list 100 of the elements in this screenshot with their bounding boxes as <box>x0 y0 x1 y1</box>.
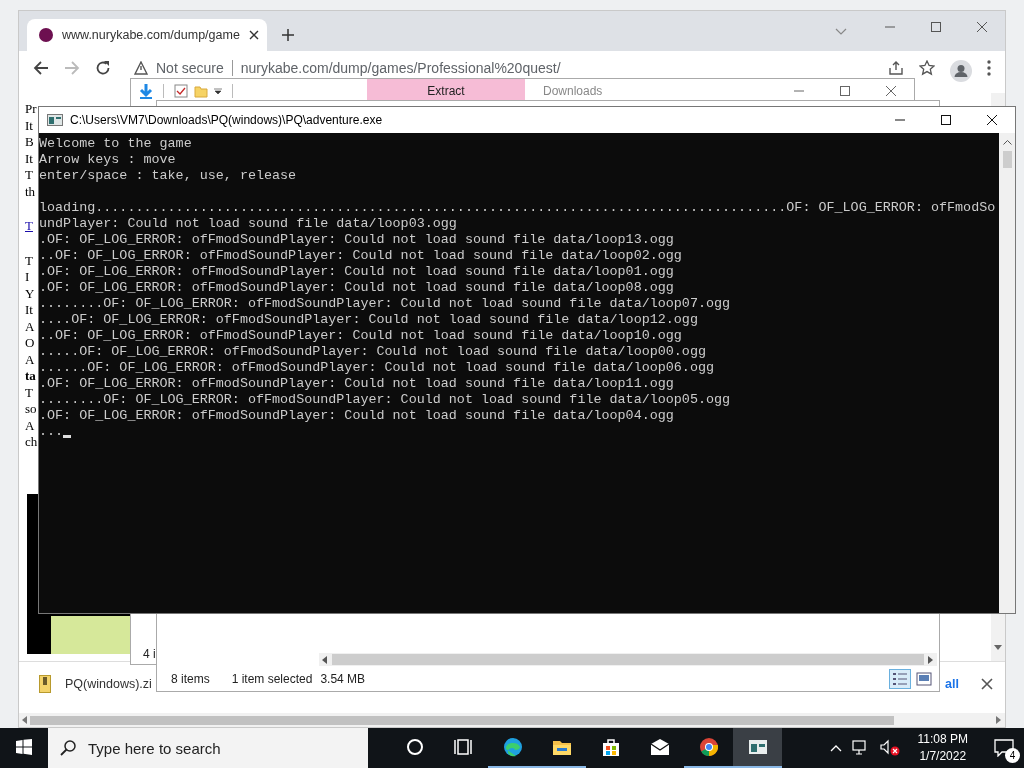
scrollbar-thumb[interactable] <box>1002 151 1012 168</box>
close-icon[interactable] <box>981 677 993 690</box>
console-text: enter/space : take, use, release <box>39 168 297 184</box>
page-text: th <box>25 183 36 200</box>
page-link[interactable]: T <box>25 218 33 235</box>
scrollbar-thumb[interactable] <box>332 654 924 665</box>
page-text: so <box>25 401 37 418</box>
profile-icon[interactable] <box>950 60 972 82</box>
show-all-link[interactable]: all <box>945 676 959 691</box>
console-text: .OF: OF_LOG_ERROR: ofFmodSoundPlayer: Could not load sound file data/loop08.ogg <box>39 280 674 296</box>
zip-file-icon <box>39 674 51 693</box>
browser-tab[interactable]: www.nurykabe.com/dump/game <box>27 19 267 51</box>
task-view-icon <box>453 737 474 757</box>
details-view-icon <box>892 672 908 686</box>
window-title: Downloads <box>543 84 603 98</box>
chevron-up-icon[interactable] <box>829 744 842 752</box>
page-text: A <box>25 417 35 434</box>
reload-icon[interactable] <box>95 60 111 76</box>
menu-icon[interactable] <box>987 60 991 76</box>
address-bar[interactable]: Not secure nurykabe.com/dump/games/Professional%20quest/ <box>126 58 865 78</box>
console-text: .OF: OF_LOG_ERROR: ofFmodSoundPlayer: Could not load sound file data/loop13.ogg <box>39 232 674 248</box>
page-text: It <box>25 150 33 167</box>
selection-size: 3.54 MB <box>320 672 366 686</box>
tiles-view-icon <box>916 672 932 686</box>
console-icon <box>47 114 63 126</box>
close-tab-icon[interactable] <box>248 30 259 40</box>
console-text: .OF: OF_LOG_ERROR: ofFmodSoundPlayer: Could not load sound file data/loop04.ogg <box>39 408 674 424</box>
tiles-view-button[interactable] <box>913 669 935 689</box>
download-icon[interactable] <box>139 83 153 99</box>
console-text: undPlayer: Could not load sound file data/loop03.ogg <box>39 216 457 232</box>
console-text: .....OF: OF_LOG_ERROR: ofFmodSoundPlayer: Could not load sound file data/loop00.ogg <box>39 344 706 360</box>
search-field[interactable]: Type here to search <box>48 728 368 768</box>
page-text: B <box>25 134 34 151</box>
tab-title: www.nurykabe.com/dump/game <box>62 28 240 42</box>
page-text: I <box>25 269 30 286</box>
details-view-button[interactable] <box>889 669 911 689</box>
console-text: .OF: OF_LOG_ERROR: ofFmodSoundPlayer: Could not load sound file data/loop11.ogg <box>39 376 674 392</box>
close-icon[interactable] <box>986 114 998 126</box>
window-title: C:\Users\VM7\Downloads\PQ(windows)\PQ\adventure.exe <box>70 113 383 127</box>
security-label: Not secure <box>156 60 224 76</box>
console-text: Arrow keys : move <box>39 152 176 168</box>
console-text: ......OF: OF_LOG_ERROR: ofFmodSoundPlayer: Could not load sound file data/loop06.ogg <box>39 360 714 376</box>
console-icon <box>747 737 768 757</box>
text-cursor <box>63 434 72 438</box>
warning-icon <box>134 61 148 75</box>
page-text: A <box>25 318 35 335</box>
page-text: It <box>25 117 33 134</box>
muted-speaker-icon[interactable] <box>879 739 900 757</box>
store-icon <box>600 737 621 757</box>
chrome-icon <box>698 737 719 757</box>
search-icon <box>60 740 76 756</box>
scroll-right-icon[interactable] <box>928 655 934 664</box>
share-icon[interactable] <box>888 60 904 76</box>
scroll-down-icon[interactable] <box>994 645 1002 651</box>
scrollbar-thumb[interactable] <box>30 715 894 725</box>
maximize-icon[interactable] <box>940 114 952 126</box>
page-text: It <box>25 302 33 319</box>
page-text: T <box>25 384 33 401</box>
download-item[interactable]: PQ(windows).zi <box>39 674 152 693</box>
ribbon-tab[interactable]: Extract <box>367 79 525 103</box>
console-text: .OF: OF_LOG_ERROR: ofFmodSoundPlayer: Could not load sound file data/loop01.ogg <box>39 264 674 280</box>
circle-icon <box>404 737 425 757</box>
taskbar-app[interactable] <box>733 728 782 768</box>
date-text: 1/7/2022 <box>919 748 967 765</box>
console-text: ..OF: OF_LOG_ERROR: ofFmodSoundPlayer: Could not load sound file data/loop10.ogg <box>39 328 682 344</box>
caret-icon[interactable] <box>214 87 222 95</box>
url-text: nurykabe.com/dump/games/Professional%20quest/ <box>240 60 561 76</box>
page-text: ch <box>25 434 38 451</box>
scroll-left-icon[interactable] <box>322 655 328 664</box>
favicon-icon <box>39 28 53 42</box>
scroll-right-icon[interactable] <box>996 716 1002 724</box>
star-icon[interactable] <box>919 60 935 76</box>
notification-icon[interactable] <box>994 739 1014 757</box>
page-text: A <box>25 351 35 368</box>
page-text: Y <box>25 285 35 302</box>
console-text: loading......................................................................................OF: OF_LOG_ERROR: ofFmodSo <box>39 200 996 216</box>
console-text: Welcome to the game <box>39 136 192 152</box>
back-icon[interactable] <box>33 60 49 76</box>
scroll-up-icon[interactable] <box>1002 139 1012 145</box>
selection-info: 1 item selected <box>231 672 313 686</box>
status-text: 4 i <box>143 647 156 661</box>
console-text: ....OF: OF_LOG_ERROR: ofFmodSoundPlayer: Could not load sound file data/loop12.ogg <box>39 312 698 328</box>
page-text: T <box>25 252 33 269</box>
envelope-icon <box>649 737 670 757</box>
edge-icon <box>502 737 523 757</box>
console-text: ........OF: OF_LOG_ERROR: ofFmodSoundPlayer: Could not load sound file data/loop07.ogg <box>39 296 731 312</box>
notification-count: 4 <box>1005 748 1020 763</box>
page-text: O <box>25 335 35 352</box>
console-text: ........OF: OF_LOG_ERROR: ofFmodSoundPlayer: Could not load sound file data/loop05.ogg <box>39 392 731 408</box>
properties-icon[interactable] <box>174 84 188 98</box>
new-tab-icon[interactable] <box>281 28 295 42</box>
console-text: ..OF: OF_LOG_ERROR: ofFmodSoundPlayer: Could not load sound file data/loop02.ogg <box>39 248 682 264</box>
item-count: 8 items <box>171 672 210 686</box>
time-text: 11:08 PM <box>917 731 968 748</box>
windows-logo-icon <box>16 739 32 755</box>
scroll-left-icon[interactable] <box>22 716 28 724</box>
page-text: Pr <box>25 101 37 118</box>
page-text: T <box>25 167 33 184</box>
page-text: ta <box>25 368 36 385</box>
console-text: ... <box>39 424 64 440</box>
